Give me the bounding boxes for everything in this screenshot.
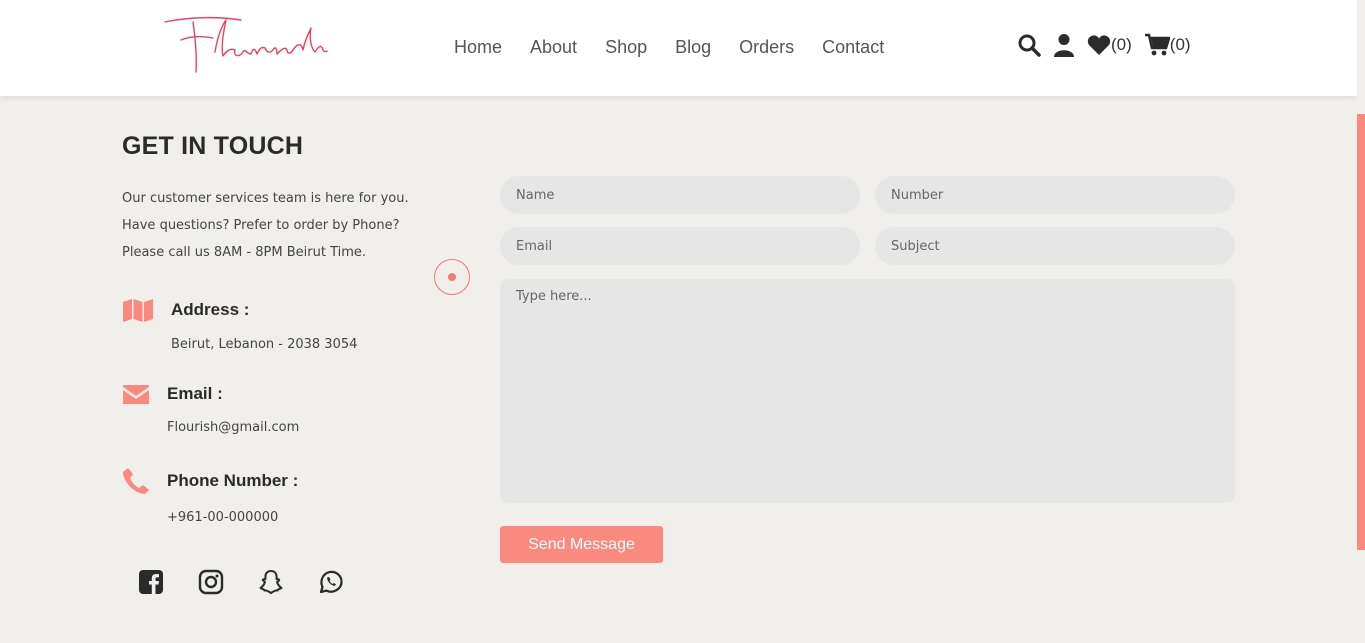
number-input[interactable] bbox=[875, 176, 1235, 214]
site-header: Home About Shop Blog Orders Contact (0) … bbox=[0, 0, 1357, 96]
instagram-icon bbox=[198, 569, 224, 595]
account-button[interactable] bbox=[1053, 33, 1075, 57]
snapchat-icon bbox=[259, 570, 283, 594]
email-label: Email : bbox=[167, 384, 223, 403]
name-input[interactable] bbox=[500, 176, 860, 214]
logo[interactable] bbox=[163, 14, 328, 78]
send-message-button[interactable]: Send Message bbox=[500, 526, 663, 563]
header-actions: (0) (0) bbox=[1017, 33, 1203, 57]
decorative-circle bbox=[434, 259, 470, 295]
heart-icon bbox=[1087, 35, 1111, 55]
email-input[interactable] bbox=[500, 227, 860, 265]
wishlist-button[interactable]: (0) bbox=[1087, 34, 1132, 56]
cart-count: (0) bbox=[1169, 35, 1191, 54]
contact-intro: Our customer services team is here for y… bbox=[122, 185, 409, 266]
nav-shop[interactable]: Shop bbox=[605, 37, 647, 58]
nav-orders[interactable]: Orders bbox=[739, 37, 794, 58]
whatsapp-link[interactable] bbox=[318, 569, 344, 595]
cart-button[interactable]: (0) bbox=[1144, 33, 1191, 57]
nav-contact[interactable]: Contact bbox=[822, 37, 884, 58]
facebook-icon bbox=[139, 570, 163, 594]
phone-value[interactable]: +961-00-000000 bbox=[167, 510, 298, 525]
snapchat-link[interactable] bbox=[258, 569, 284, 595]
intro-line: Have questions? Prefer to order by Phone… bbox=[122, 218, 400, 233]
phone-block: Phone Number : +961-00-000000 bbox=[122, 467, 298, 525]
logo-script-image bbox=[164, 16, 328, 73]
address-value: Beirut, Lebanon - 2038 3054 bbox=[171, 337, 358, 352]
wishlist-count: (0) bbox=[1111, 35, 1132, 54]
subject-input[interactable] bbox=[875, 227, 1235, 265]
search-icon bbox=[1018, 34, 1041, 57]
social-links bbox=[138, 569, 378, 595]
main-nav: Home About Shop Blog Orders Contact bbox=[454, 37, 912, 58]
phone-label: Phone Number : bbox=[167, 471, 299, 490]
address-label: Address : bbox=[171, 300, 250, 319]
search-button[interactable] bbox=[1017, 33, 1041, 57]
cart-icon bbox=[1144, 33, 1170, 56]
intro-line: Our customer services team is here for y… bbox=[122, 191, 409, 206]
email-value[interactable]: Flourish@gmail.com bbox=[167, 420, 299, 435]
map-icon bbox=[123, 299, 153, 322]
address-block: Address : Beirut, Lebanon - 2038 3054 bbox=[122, 298, 357, 352]
nav-blog[interactable]: Blog bbox=[675, 37, 711, 58]
message-textarea[interactable] bbox=[500, 279, 1235, 503]
phone-icon bbox=[123, 468, 149, 494]
intro-line: Please call us 8AM - 8PM Beirut Time. bbox=[122, 245, 367, 260]
instagram-link[interactable] bbox=[198, 569, 224, 595]
email-block: Email : Flourish@gmail.com bbox=[122, 383, 299, 435]
facebook-link[interactable] bbox=[138, 569, 164, 595]
nav-about[interactable]: About bbox=[530, 37, 577, 58]
page-title: GET IN TOUCH bbox=[122, 132, 304, 160]
whatsapp-icon bbox=[319, 570, 343, 594]
user-icon bbox=[1054, 34, 1074, 57]
scrollbar-thumb[interactable] bbox=[1357, 114, 1365, 550]
nav-home[interactable]: Home bbox=[454, 37, 502, 58]
envelope-icon bbox=[123, 385, 149, 404]
